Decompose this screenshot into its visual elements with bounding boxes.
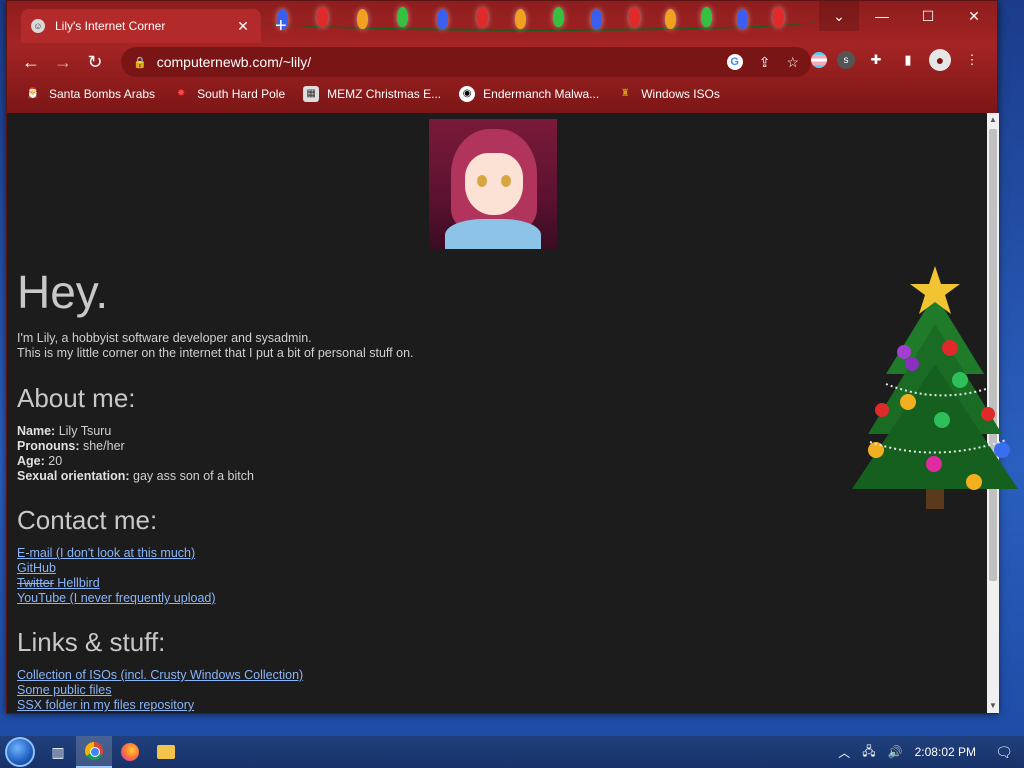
trans-flag-extension-icon[interactable] — [811, 52, 827, 68]
s-extension-icon[interactable]: s — [837, 51, 855, 69]
tray-overflow-chevron-icon[interactable]: ︿ — [838, 744, 850, 761]
start-button[interactable] — [0, 736, 40, 768]
intro-text: I'm Lily, a hobbyist software developer … — [17, 331, 414, 361]
email-link[interactable]: E-mail (I don't look at this much) — [17, 546, 216, 561]
lock-icon[interactable]: 🔒 — [133, 56, 147, 69]
new-tab-icon[interactable]: + — [275, 15, 287, 38]
profile-avatar-image — [429, 119, 557, 249]
about-heading: About me: — [17, 383, 136, 413]
trophy-icon: ♜ — [620, 88, 630, 99]
window-controls: ⌄ — ☐ ✕ — [819, 1, 997, 31]
tab-search-icon[interactable]: ⌄ — [819, 1, 859, 31]
isos-link[interactable]: Collection of ISOs (incl. Crusty Windows… — [17, 668, 303, 683]
github-link[interactable]: GitHub — [17, 561, 216, 576]
file-explorer-taskbar-button[interactable] — [148, 736, 184, 768]
close-window-icon[interactable]: ✕ — [951, 1, 997, 31]
scroll-down-icon[interactable]: ▼ — [987, 699, 999, 713]
twitter-struck-text: Twitter — [17, 576, 54, 590]
santa-icon: 🎅 — [26, 88, 40, 99]
close-tab-icon[interactable]: ✕ — [235, 18, 251, 35]
tab-title: Lily's Internet Corner — [55, 19, 166, 33]
memz-icon: ▦ — [303, 86, 320, 102]
field-value: 20 — [48, 454, 63, 468]
bookmark-windows-isos[interactable]: ♜ Windows ISOs — [617, 86, 720, 102]
chrome-taskbar-button[interactable] — [76, 736, 112, 768]
address-bar[interactable]: 🔒 computernewb.com/~lily/ G ⇪ ☆ — [121, 47, 811, 77]
browser-frame: ☺ Lily's Internet Corner ✕ + ⌄ — ☐ ✕ ← →… — [7, 1, 997, 113]
christmas-tree-icon — [852, 266, 1018, 509]
bookmark-memz[interactable]: ▦ MEMZ Christmas E... — [303, 86, 441, 102]
about-age-row: Age: 20 — [17, 454, 254, 469]
field-value: she/her — [82, 439, 125, 453]
field-label: Age: — [17, 454, 45, 468]
links-list: Collection of ISOs (incl. Crusty Windows… — [17, 668, 303, 713]
firefox-taskbar-button[interactable] — [112, 736, 148, 768]
volume-icon[interactable]: 🔊 — [888, 745, 903, 759]
public-files-link[interactable]: Some public files — [17, 683, 303, 698]
about-name-row: Name: Lily Tsuru — [17, 424, 254, 439]
reload-icon[interactable]: ↻ — [79, 46, 111, 78]
notification-center-icon[interactable]: 🗨 — [984, 736, 1024, 768]
bookmark-endermanch[interactable]: ◉ Endermanch Malwa... — [459, 86, 599, 102]
intro-line: This is my little corner on the internet… — [17, 346, 414, 360]
minimize-icon[interactable]: — — [859, 1, 905, 31]
field-label: Name: — [17, 424, 56, 438]
toolbar: ← → ↻ 🔒 computernewb.com/~lily/ G ⇪ ☆ s … — [7, 45, 997, 79]
system-tray: ︿ 🖧 🔊 2:08:02 PM — [838, 742, 984, 763]
field-value: Lily Tsuru — [58, 424, 112, 438]
page-viewport: Hey. I'm Lily, a hobbyist software devel… — [7, 113, 987, 713]
youtube-link[interactable]: YouTube (I never frequently upload) — [17, 591, 216, 606]
bookmark-label: Santa Bombs Arabs — [49, 87, 156, 101]
bookmark-label: MEMZ Christmas E... — [327, 87, 442, 101]
google-lens-icon[interactable]: G — [726, 53, 743, 70]
share-icon[interactable]: ⇪ — [759, 54, 771, 71]
active-tab[interactable]: ☺ Lily's Internet Corner ✕ — [21, 9, 261, 43]
chrome-icon — [85, 742, 103, 760]
extensions-area: s ✚ ▮ ● ⋮ — [811, 49, 983, 71]
bookmark-label: Windows ISOs — [641, 87, 720, 101]
forward-icon[interactable]: → — [47, 46, 79, 78]
task-view-icon[interactable]: ▥ — [40, 736, 76, 768]
taskbar: ▥ ︿ 🖧 🔊 2:08:02 PM 🗨 — [0, 736, 1024, 768]
panda-icon: ◉ — [459, 86, 476, 102]
site-favicon-icon: ☺ — [31, 19, 45, 33]
twitter-link[interactable]: Twitter Hellbird — [17, 576, 216, 591]
profile-avatar-icon[interactable]: ● — [929, 49, 951, 71]
links-heading: Links & stuff: — [17, 627, 166, 657]
field-value: gay ass son of a bitch — [133, 469, 254, 483]
title-bar: ☺ Lily's Internet Corner ✕ + ⌄ — ☐ ✕ — [7, 1, 997, 43]
scroll-up-icon[interactable]: ▲ — [987, 113, 999, 127]
bookmark-label: South Hard Pole — [197, 87, 286, 101]
folder-icon — [157, 745, 175, 759]
bookmark-santa-bombs[interactable]: 🎅 Santa Bombs Arabs — [25, 86, 155, 102]
side-panel-icon[interactable]: ▮ — [897, 49, 919, 71]
christmas-lights-decoration — [257, 1, 817, 43]
clock[interactable]: 2:08:02 PM — [915, 745, 976, 759]
field-label: Sexual orientation: — [17, 469, 130, 483]
bookmark-label: Endermanch Malwa... — [483, 87, 600, 101]
page-heading: Hey. — [17, 266, 109, 318]
url-text[interactable]: computernewb.com/~lily/ — [157, 54, 311, 70]
about-pronouns-row: Pronouns: she/her — [17, 439, 254, 454]
network-icon[interactable]: 🖧 — [862, 742, 875, 763]
bookmark-south-hard-pole[interactable]: ✸ South Hard Pole — [173, 86, 285, 102]
contact-heading: Contact me: — [17, 505, 158, 535]
bookmarks-bar: 🎅 Santa Bombs Arabs ✸ South Hard Pole ▦ … — [7, 81, 997, 107]
maximize-icon[interactable]: ☐ — [905, 1, 951, 31]
bookmark-star-icon[interactable]: ☆ — [786, 54, 799, 71]
about-list: Name: Lily Tsuru Pronouns: she/her Age: … — [17, 424, 254, 484]
back-icon[interactable]: ← — [15, 46, 47, 78]
about-orientation-row: Sexual orientation: gay ass son of a bit… — [17, 469, 254, 484]
start-orb-icon — [5, 737, 35, 767]
ssx-folder-link[interactable]: SSX folder in my files repository — [17, 698, 303, 713]
contact-links: E-mail (I don't look at this much) GitHu… — [17, 546, 216, 606]
menu-kebab-icon[interactable]: ⋮ — [961, 49, 983, 71]
firefox-icon — [121, 743, 139, 761]
red-star-icon: ✸ — [176, 88, 186, 99]
intro-line: I'm Lily, a hobbyist software developer … — [17, 331, 312, 345]
twitter-rest-text: Hellbird — [57, 576, 100, 590]
field-label: Pronouns: — [17, 439, 80, 453]
extensions-puzzle-icon[interactable]: ✚ — [865, 49, 887, 71]
